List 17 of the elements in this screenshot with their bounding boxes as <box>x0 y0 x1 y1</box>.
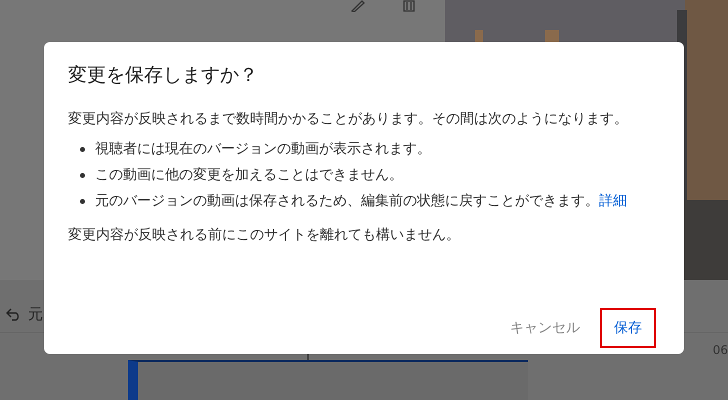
dialog-text: 変更内容が反映される前にこのサイトを離れても構いません。 <box>68 226 461 245</box>
cancel-button[interactable]: キャンセル <box>496 308 594 348</box>
toolbar-label: 元 <box>28 304 43 324</box>
bullet-text: この動画に他の変更を加えることはできません。 <box>95 166 403 185</box>
bullet-icon <box>80 199 85 204</box>
bullet-icon <box>80 147 85 152</box>
bullet-text: 元のバージョンの動画は保存されるため、編集前の状態に戻すことができます。詳細 <box>95 192 627 211</box>
dialog-title: 変更を保存しますか？ <box>68 63 259 88</box>
video-clip[interactable] <box>128 360 528 400</box>
dialog-text: 変更内容が反映されるまで数時間かかることがあります。その間は次のようになります。 <box>68 110 629 129</box>
bullet-text: 視聴者には現在のバージョンの動画が表示されます。 <box>95 140 431 159</box>
trash-icon[interactable] <box>403 0 415 12</box>
bullet-icon <box>80 173 85 178</box>
timeline-label: 06 <box>712 343 728 357</box>
save-button[interactable]: 保存 <box>600 308 656 348</box>
pencil-icon[interactable] <box>350 0 366 12</box>
details-link[interactable]: 詳細 <box>599 193 627 209</box>
